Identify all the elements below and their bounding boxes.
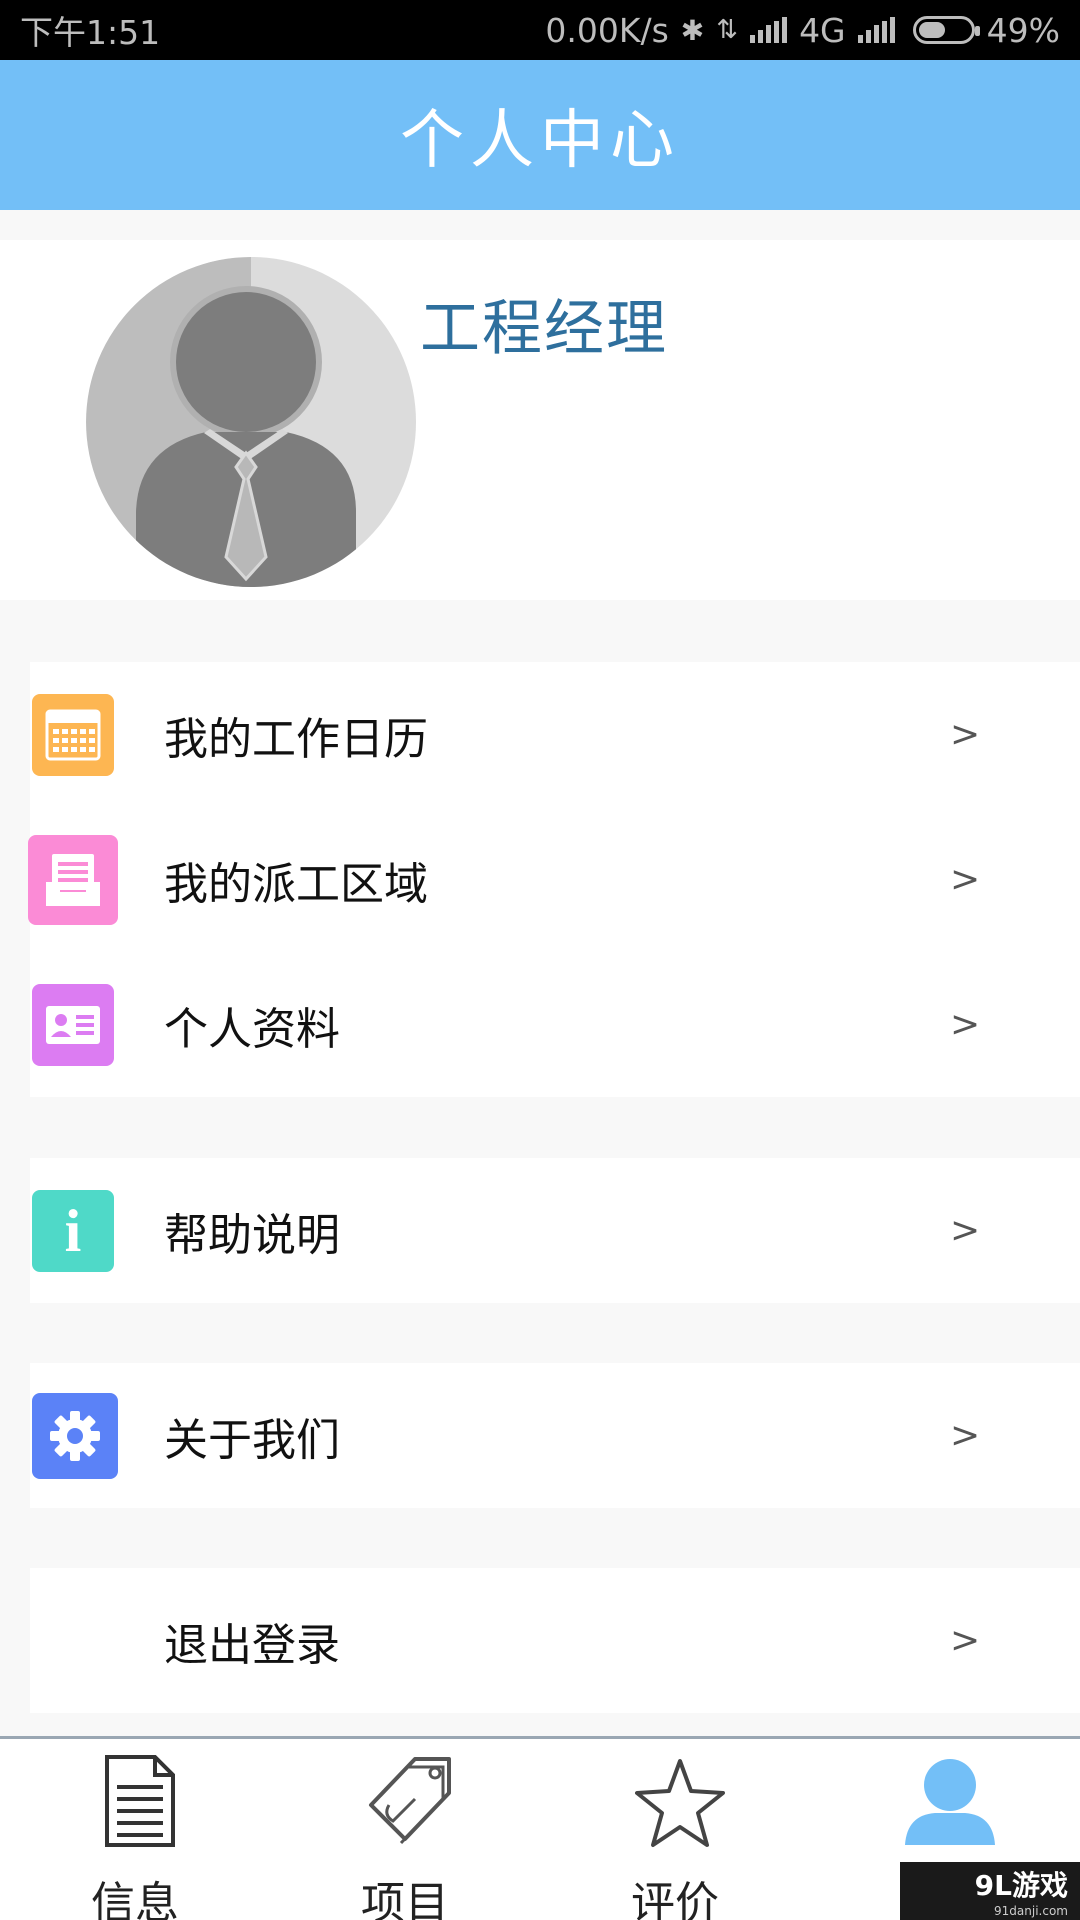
chevron-right-icon: > xyxy=(950,1004,981,1045)
status-indicators: 0.00K/s ✱ ⇅ 4G 49% xyxy=(545,11,1060,50)
menu-item-personal-info[interactable]: 个人资料 > xyxy=(30,952,1080,1097)
signal-icon xyxy=(750,17,788,43)
status-time: 下午1:51 xyxy=(20,13,161,52)
signal-icon-secondary xyxy=(857,17,895,43)
tab-info[interactable]: 信息 xyxy=(0,1739,270,1920)
menu-item-label: 个人资料 xyxy=(164,1003,340,1055)
tab-review[interactable]: 评价 xyxy=(540,1739,810,1920)
tab-label: 项目 xyxy=(361,1878,449,1920)
menu-item-about-us[interactable]: 关于我们 > xyxy=(30,1363,1080,1508)
network-type: 4G xyxy=(799,10,846,50)
battery-level: 49% xyxy=(986,10,1060,50)
watermark-title: 9L游戏 xyxy=(974,1869,1068,1902)
chevron-right-icon: > xyxy=(950,1415,981,1456)
status-bar: 下午1:51 0.00K/s ✱ ⇅ 4G 49% xyxy=(0,0,1080,60)
page-title: 个人中心 xyxy=(400,104,680,178)
tag-icon xyxy=(369,1757,451,1845)
battery-icon xyxy=(912,16,980,44)
star-icon xyxy=(635,1759,725,1847)
menu-item-label: 退出登录 xyxy=(164,1619,340,1671)
info-icon: i xyxy=(32,1189,114,1272)
bluetooth-icon: ✱ xyxy=(680,13,705,47)
tab-label: 信息 xyxy=(91,1878,179,1920)
watermark-url: 91danji.com xyxy=(994,1904,1068,1918)
app-header: 个人中心 xyxy=(0,60,1080,210)
menu-item-label: 帮助说明 xyxy=(164,1209,340,1261)
menu-group-main: 我的工作日历 > 我的派工区域 > 个人资料 > xyxy=(28,662,1080,1097)
logout-button[interactable]: 退出登录 > xyxy=(30,1568,1080,1713)
menu-item-dispatch-area[interactable]: 我的派工区域 > xyxy=(28,807,1080,952)
menu-group-about: 关于我们 > xyxy=(30,1363,1080,1508)
gear-icon xyxy=(32,1392,118,1479)
chevron-right-icon: > xyxy=(950,1210,981,1251)
tab-label: 评价 xyxy=(631,1878,719,1920)
id-card-icon xyxy=(32,983,114,1066)
menu-item-work-calendar[interactable]: 我的工作日历 > xyxy=(30,662,1080,807)
menu-group-logout: 退出登录 > xyxy=(30,1568,1080,1713)
network-speed: 0.00K/s xyxy=(545,10,669,50)
person-icon xyxy=(905,1759,995,1845)
inbox-icon xyxy=(28,834,118,925)
chevron-right-icon: > xyxy=(950,1620,981,1661)
chevron-right-icon: > xyxy=(950,859,981,900)
chevron-right-icon: > xyxy=(950,714,981,755)
watermark-logo: 9L游戏 91danji.com xyxy=(900,1862,1080,1920)
menu-item-label: 我的工作日历 xyxy=(164,713,428,765)
document-icon xyxy=(105,1755,175,1847)
profile-name: 工程经理 xyxy=(420,294,668,364)
profile-card: 工程经理 xyxy=(0,240,1080,600)
menu-item-label: 关于我们 xyxy=(164,1414,340,1466)
tab-project[interactable]: 项目 xyxy=(270,1739,540,1920)
menu-item-help[interactable]: i 帮助说明 > xyxy=(30,1158,1080,1303)
calendar-icon xyxy=(32,693,114,776)
data-transfer-icon: ⇅ xyxy=(716,15,739,45)
avatar[interactable] xyxy=(86,257,416,587)
menu-item-label: 我的派工区域 xyxy=(164,858,428,910)
menu-group-help: i 帮助说明 > xyxy=(30,1158,1080,1303)
